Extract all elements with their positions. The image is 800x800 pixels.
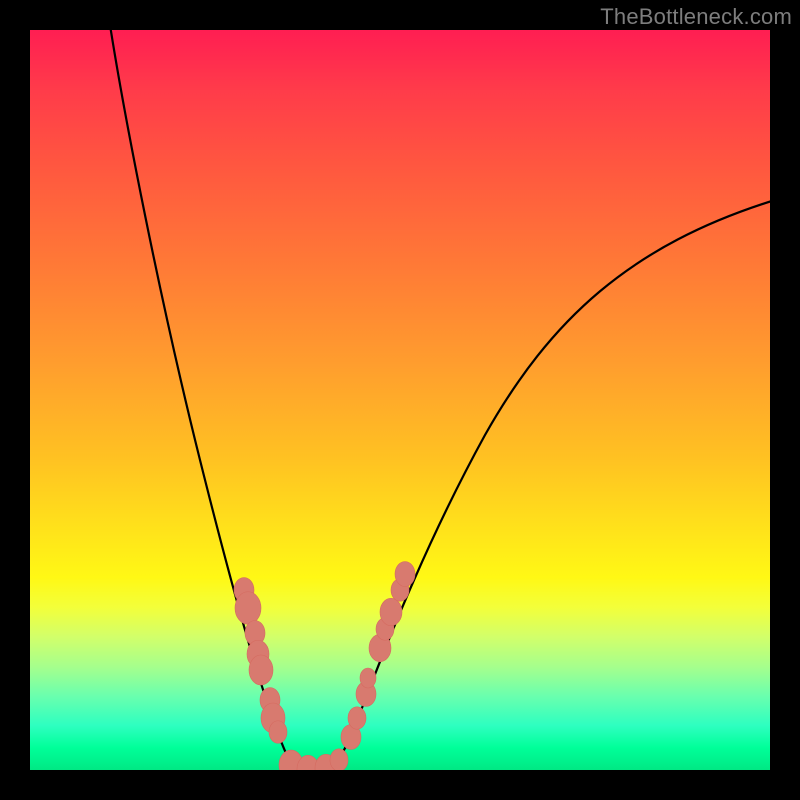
- marker-group: [234, 562, 415, 771]
- data-marker: [269, 721, 287, 744]
- data-marker: [330, 749, 348, 770]
- data-marker: [395, 562, 415, 587]
- data-marker: [235, 592, 261, 625]
- watermark-text: TheBottleneck.com: [600, 4, 792, 30]
- data-marker: [360, 668, 376, 688]
- curve-right-branch: [333, 200, 770, 768]
- data-marker: [380, 598, 402, 626]
- chart-frame: TheBottleneck.com: [0, 0, 800, 800]
- curve-layer: [30, 30, 770, 770]
- plot-area: [30, 30, 770, 770]
- data-marker: [249, 655, 273, 685]
- data-marker: [348, 707, 366, 730]
